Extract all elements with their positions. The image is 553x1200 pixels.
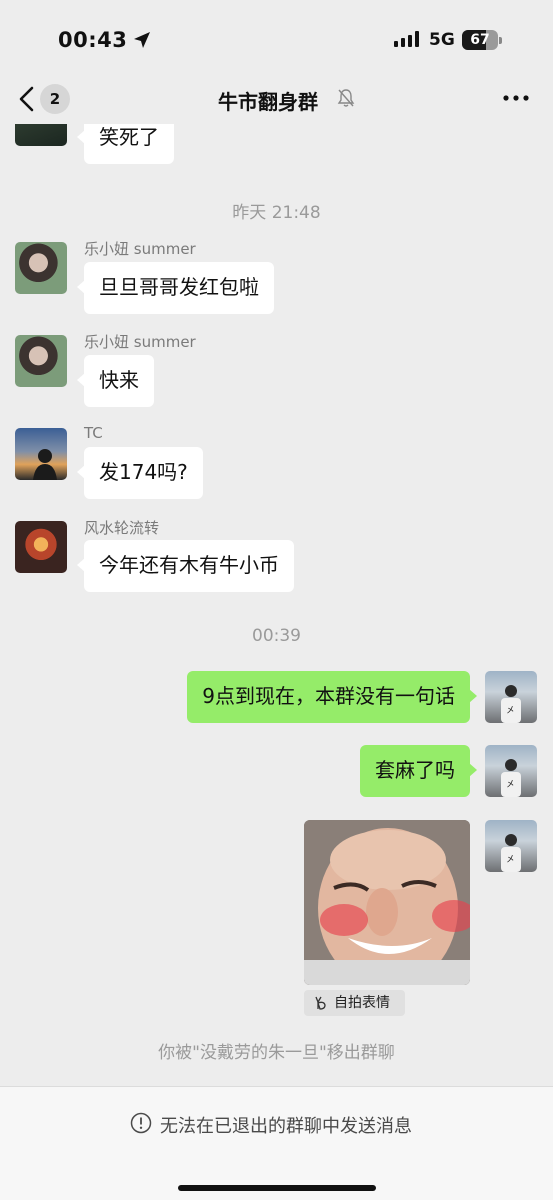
- my-avatar[interactable]: 㐅: [485, 820, 537, 872]
- chat-title-text: 牛市翻身群: [218, 90, 318, 114]
- message-bubble[interactable]: 快来: [77, 355, 154, 407]
- svg-text:㐅: 㐅: [506, 780, 515, 790]
- signal-icon: [394, 31, 419, 47]
- sender-name: 风水轮流转: [84, 519, 160, 537]
- network-type: 5G: [429, 30, 455, 50]
- svg-text:㐅: 㐅: [506, 855, 515, 865]
- location-arrow-icon: [134, 32, 150, 48]
- mute-bell-icon: [337, 89, 355, 107]
- avatar[interactable]: [15, 124, 67, 146]
- my-avatar[interactable]: 㐅: [485, 745, 537, 797]
- chat-header: 2 牛市翻身群: [0, 74, 553, 124]
- sticker-label-text: 自拍表情: [334, 995, 390, 1011]
- system-message: 你被"没戴劳的朱一旦"移出群聊: [158, 1043, 395, 1063]
- sender-name: TC: [84, 424, 103, 442]
- avatar[interactable]: [15, 242, 67, 294]
- sender-name: 乐小妞 summer: [84, 240, 196, 258]
- message-bubble[interactable]: 套麻了吗: [360, 745, 477, 797]
- back-chevron-icon[interactable]: [12, 82, 42, 116]
- more-dots-icon[interactable]: [500, 88, 532, 108]
- bottom-bar: 无法在已退出的群聊中发送消息: [0, 1086, 553, 1200]
- chat-title: 牛市翻身群: [218, 86, 318, 114]
- selfie-sticker[interactable]: [304, 820, 470, 985]
- unread-count-badge[interactable]: 2: [40, 84, 70, 114]
- message-bubble[interactable]: 今年还有木有牛小币: [77, 540, 294, 592]
- info-circle-icon: [130, 1112, 152, 1134]
- battery-icon: 67: [462, 30, 502, 50]
- sender-name: 乐小妞 summer: [84, 333, 196, 351]
- message-bubble[interactable]: 笑死了: [77, 124, 174, 164]
- avatar[interactable]: [15, 521, 67, 573]
- my-avatar[interactable]: 㐅: [485, 671, 537, 723]
- message-bubble[interactable]: 旦旦哥哥发红包啦: [77, 262, 274, 314]
- cannot-send-notice: 无法在已退出的群聊中发送消息: [160, 1116, 412, 1137]
- svg-text:㐅: 㐅: [506, 706, 515, 716]
- avatar[interactable]: [15, 428, 67, 480]
- timestamp: 00:39: [252, 626, 301, 646]
- timestamp: 昨天 21:48: [232, 203, 321, 223]
- status-time: 00:43: [58, 28, 128, 52]
- battery-level: 67: [470, 32, 490, 48]
- chat-area[interactable]: 笑死了 昨天 21:48 乐小妞 summer 旦旦哥哥发红包啦 乐小妞 sum…: [0, 124, 553, 1084]
- message-bubble[interactable]: 9点到现在，本群没有一句话: [187, 671, 477, 723]
- peace-hand-icon: [315, 996, 326, 1010]
- avatar[interactable]: [15, 335, 67, 387]
- sticker-label[interactable]: 自拍表情: [304, 990, 405, 1016]
- status-bar: 00:43 5G 67: [0, 0, 553, 82]
- message-bubble[interactable]: 发174吗?: [77, 447, 203, 499]
- home-indicator[interactable]: [178, 1185, 376, 1191]
